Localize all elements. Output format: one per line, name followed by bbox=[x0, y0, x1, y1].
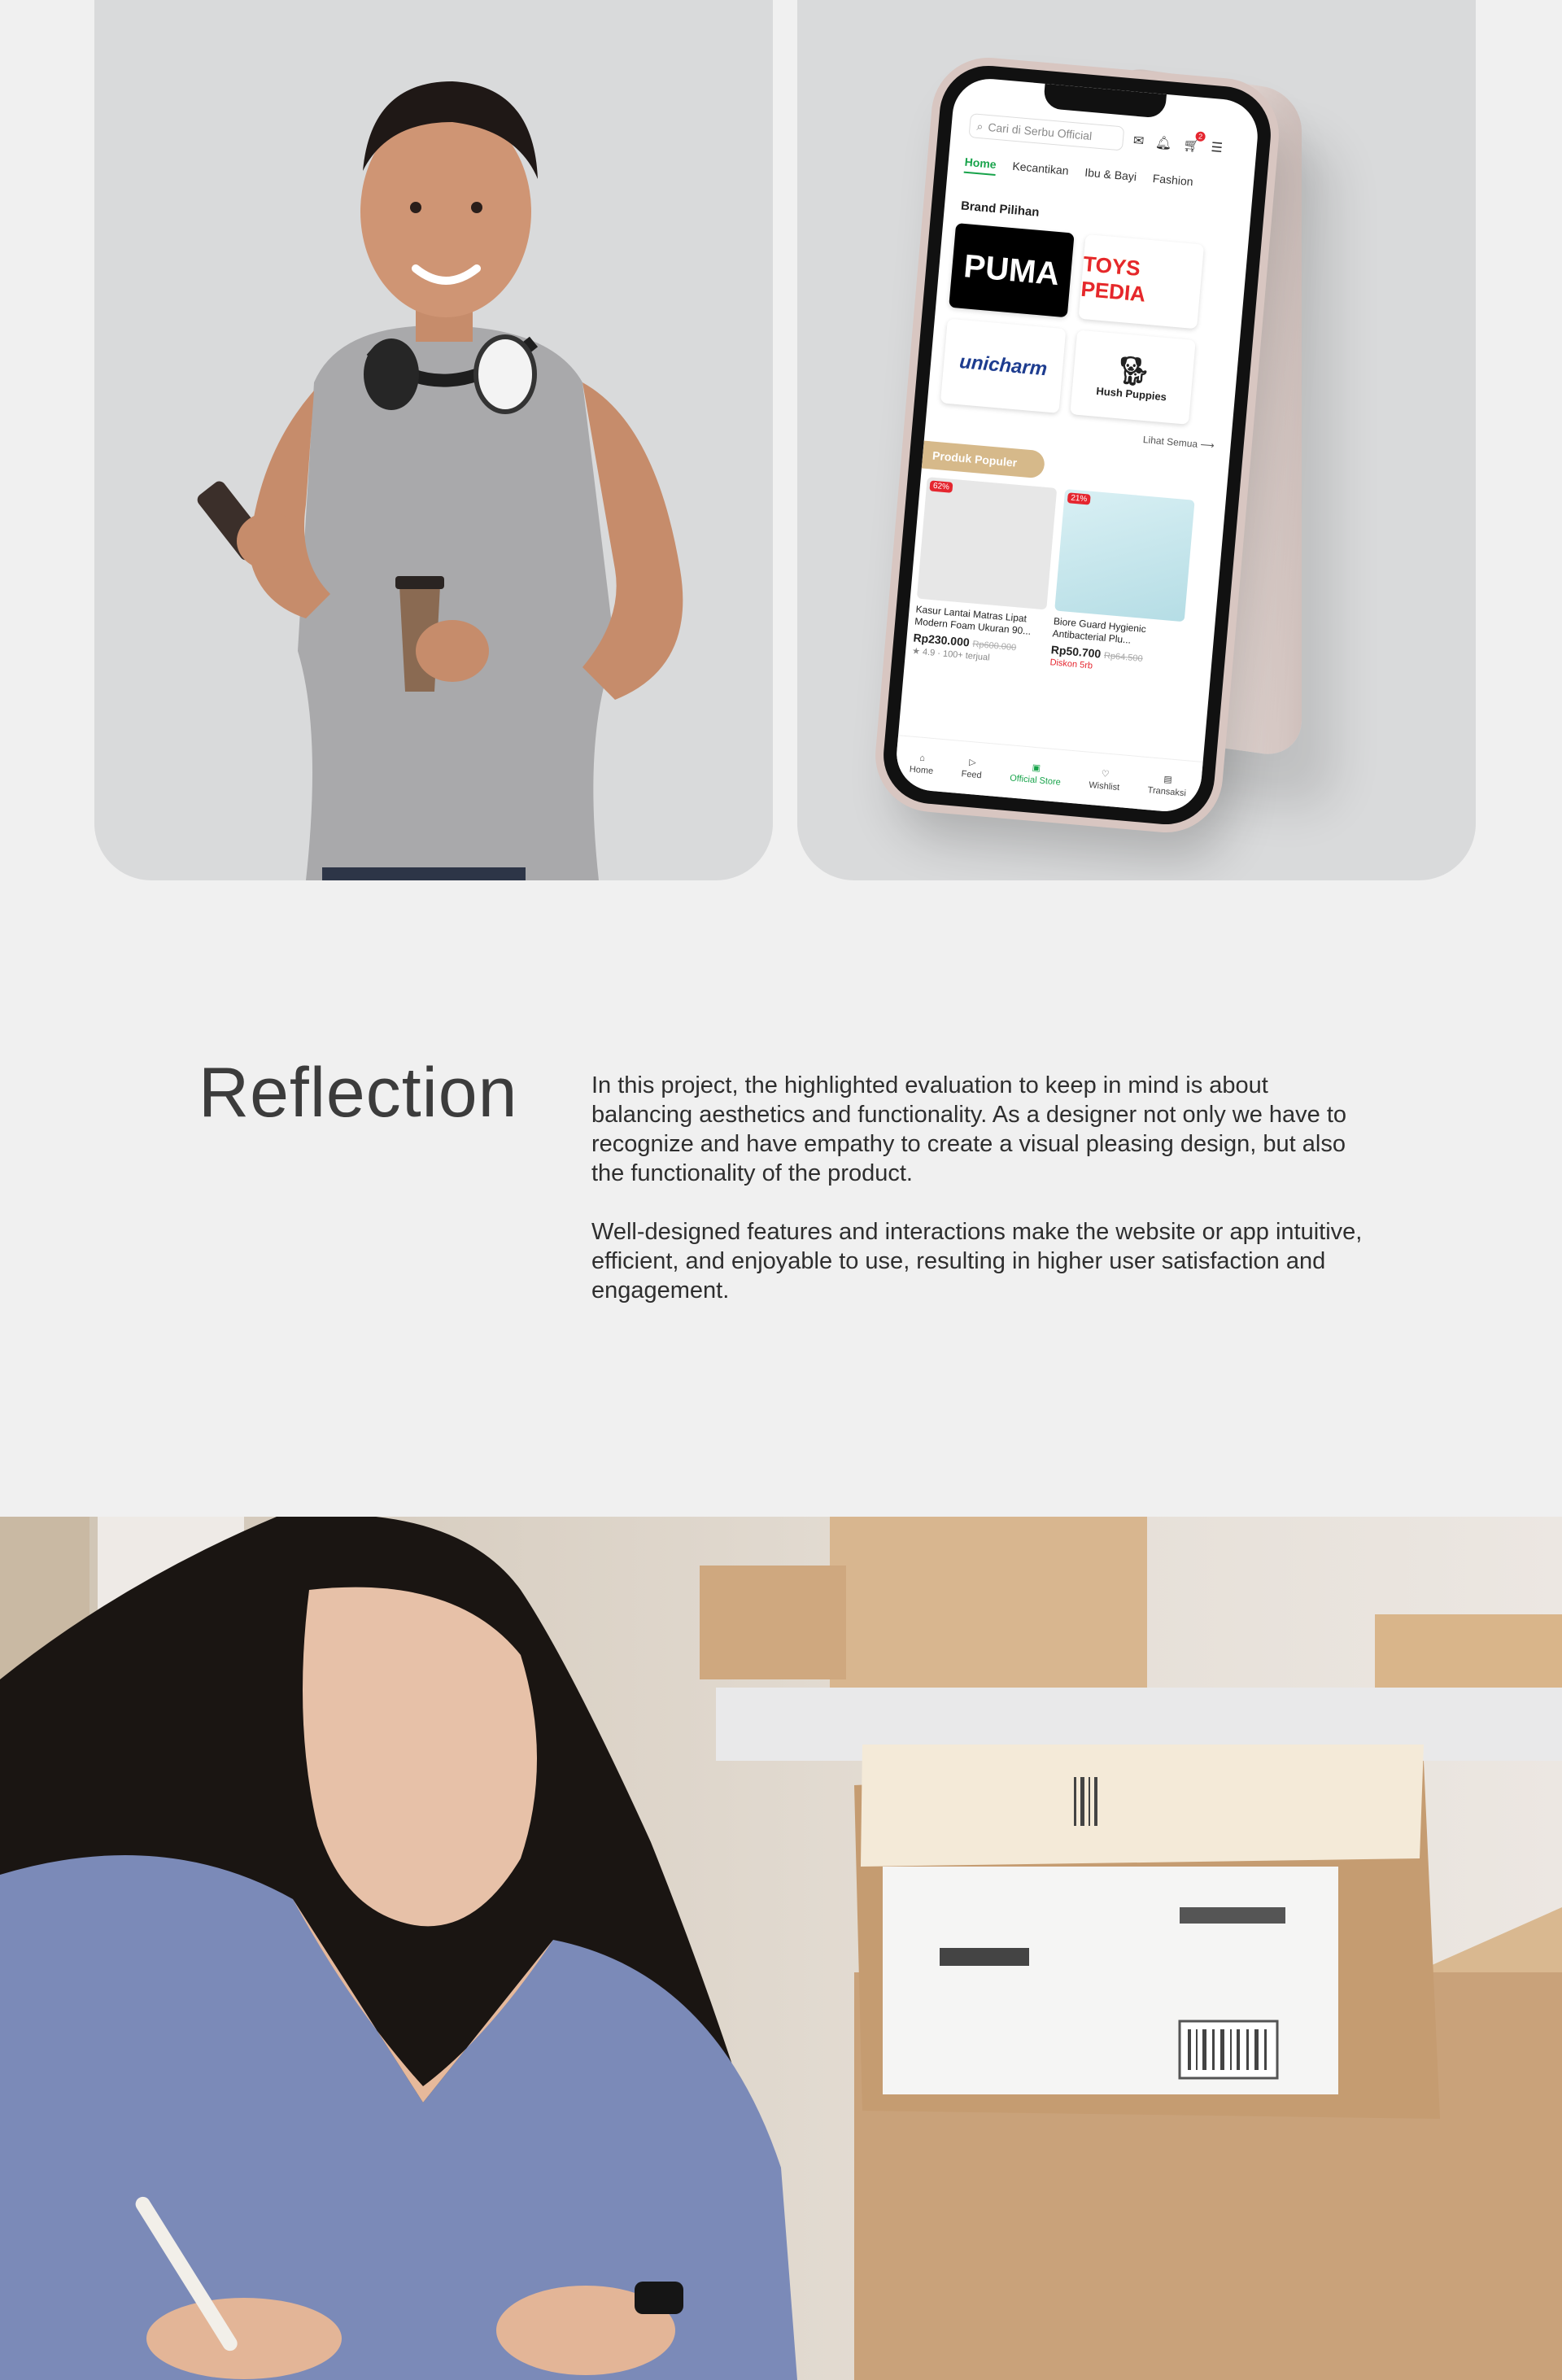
nav-home[interactable]: ⌂ Home bbox=[909, 752, 935, 775]
woman-packing-parcel-photo bbox=[0, 1517, 1562, 2380]
nav-feed[interactable]: ▷ Feed bbox=[961, 756, 983, 780]
menu-icon[interactable]: ☰ bbox=[1211, 139, 1224, 156]
brand-tile-toyspedia[interactable]: TOYS PEDIA bbox=[1078, 234, 1205, 330]
person-photo-card bbox=[94, 0, 773, 880]
search-input[interactable]: ⌕ Cari di Serbu Official bbox=[968, 113, 1125, 151]
bell-icon[interactable]: 🔔︎ bbox=[1154, 134, 1172, 152]
search-placeholder: Cari di Serbu Official bbox=[987, 120, 1093, 143]
cart-badge: 2 bbox=[1195, 131, 1206, 142]
nav-transaksi[interactable]: ▤ Transaksi bbox=[1147, 772, 1188, 798]
nav-transaksi-label: Transaksi bbox=[1147, 785, 1187, 799]
product-card[interactable]: 21% Biore Guard Hygienic Antibacterial P… bbox=[1047, 488, 1195, 711]
store-icon: ▣ bbox=[1032, 762, 1041, 774]
brand-tile-puma[interactable]: PUMA bbox=[949, 222, 1075, 318]
brand-grid: PUMA TOYS PEDIA unicharm 🐕︎ Hush Puppies bbox=[940, 222, 1205, 425]
brand-logo-puma: PUMA bbox=[962, 247, 1062, 292]
tab-kecantikan[interactable]: Kecantikan bbox=[1011, 159, 1069, 182]
phone-device: ⌕ Cari di Serbu Official ✉ 🔔︎ 🛒︎ 2 ☰ Home… bbox=[879, 61, 1275, 829]
product-grid: 62% Kasur Lantai Matras Lipat Modern Foa… bbox=[909, 477, 1195, 711]
reflection-paragraph-2: Well-designed features and interactions … bbox=[591, 1219, 1363, 1304]
mail-icon[interactable]: ✉ bbox=[1132, 133, 1145, 150]
home-icon: ⌂ bbox=[918, 753, 926, 763]
cart-icon[interactable]: 🛒︎ 2 bbox=[1183, 131, 1206, 155]
brand-logo-hush-puppies: Hush Puppies bbox=[1095, 384, 1167, 403]
nav-official-store[interactable]: ▣ Official Store bbox=[1009, 760, 1062, 788]
reflection-heading: Reflection bbox=[199, 1054, 518, 1132]
tab-home[interactable]: Home bbox=[963, 155, 997, 176]
reflection-body: In this project, the highlighted evaluat… bbox=[591, 1071, 1372, 1334]
brand-logo-toyspedia: TOYS PEDIA bbox=[1080, 251, 1147, 307]
nav-feed-label: Feed bbox=[961, 769, 983, 781]
popular-products-tag: Produk Populer bbox=[921, 440, 1046, 479]
parcel-scene-illustration bbox=[0, 1517, 1562, 2380]
play-icon: ▷ bbox=[968, 757, 977, 768]
phone-mockup-card: ⌕ Cari di Serbu Official ✉ 🔔︎ 🛒︎ 2 ☰ Home… bbox=[797, 0, 1476, 880]
brand-logo-unicharm: unicharm bbox=[958, 351, 1049, 381]
nav-wishlist[interactable]: ♡ Wishlist bbox=[1089, 767, 1121, 793]
phone-notch bbox=[1042, 83, 1167, 119]
product-card[interactable]: 62% Kasur Lantai Matras Lipat Modern Foa… bbox=[909, 477, 1058, 699]
tab-fashion[interactable]: Fashion bbox=[1152, 172, 1193, 193]
see-all-link[interactable]: Lihat Semua ⟶ bbox=[1142, 434, 1215, 452]
brand-section-title: Brand Pilihan bbox=[960, 199, 1041, 220]
discount-badge: 21% bbox=[1067, 492, 1091, 505]
dog-icon: 🐕︎ bbox=[1115, 354, 1153, 388]
receipt-icon: ▤ bbox=[1163, 774, 1173, 785]
discount-badge: 62% bbox=[929, 480, 953, 493]
brand-tile-hush-puppies[interactable]: 🐕︎ Hush Puppies bbox=[1070, 330, 1196, 425]
tab-ibu-bayi[interactable]: Ibu & Bayi bbox=[1084, 166, 1137, 188]
heart-icon: ♡ bbox=[1101, 769, 1110, 780]
nav-home-label: Home bbox=[909, 764, 934, 776]
search-icon: ⌕ bbox=[976, 119, 984, 133]
nav-wishlist-label: Wishlist bbox=[1088, 780, 1120, 793]
phone-screen: ⌕ Cari di Serbu Official ✉ 🔔︎ 🛒︎ 2 ☰ Home… bbox=[893, 76, 1261, 814]
reflection-paragraph-1: In this project, the highlighted evaluat… bbox=[591, 1072, 1347, 1186]
bottom-navigation: ⌂ Home ▷ Feed ▣ Official Store ♡ Wishlist ▤ T… bbox=[893, 735, 1203, 814]
nav-official-store-label: Official Store bbox=[1009, 773, 1062, 788]
product-image: 62% bbox=[916, 477, 1058, 610]
brand-tile-unicharm[interactable]: unicharm bbox=[940, 318, 1067, 413]
category-tabs: Home Kecantikan Ibu & Bayi Fashion bbox=[963, 155, 1193, 193]
man-with-phone-illustration bbox=[197, 81, 683, 880]
product-image: 21% bbox=[1054, 488, 1195, 622]
